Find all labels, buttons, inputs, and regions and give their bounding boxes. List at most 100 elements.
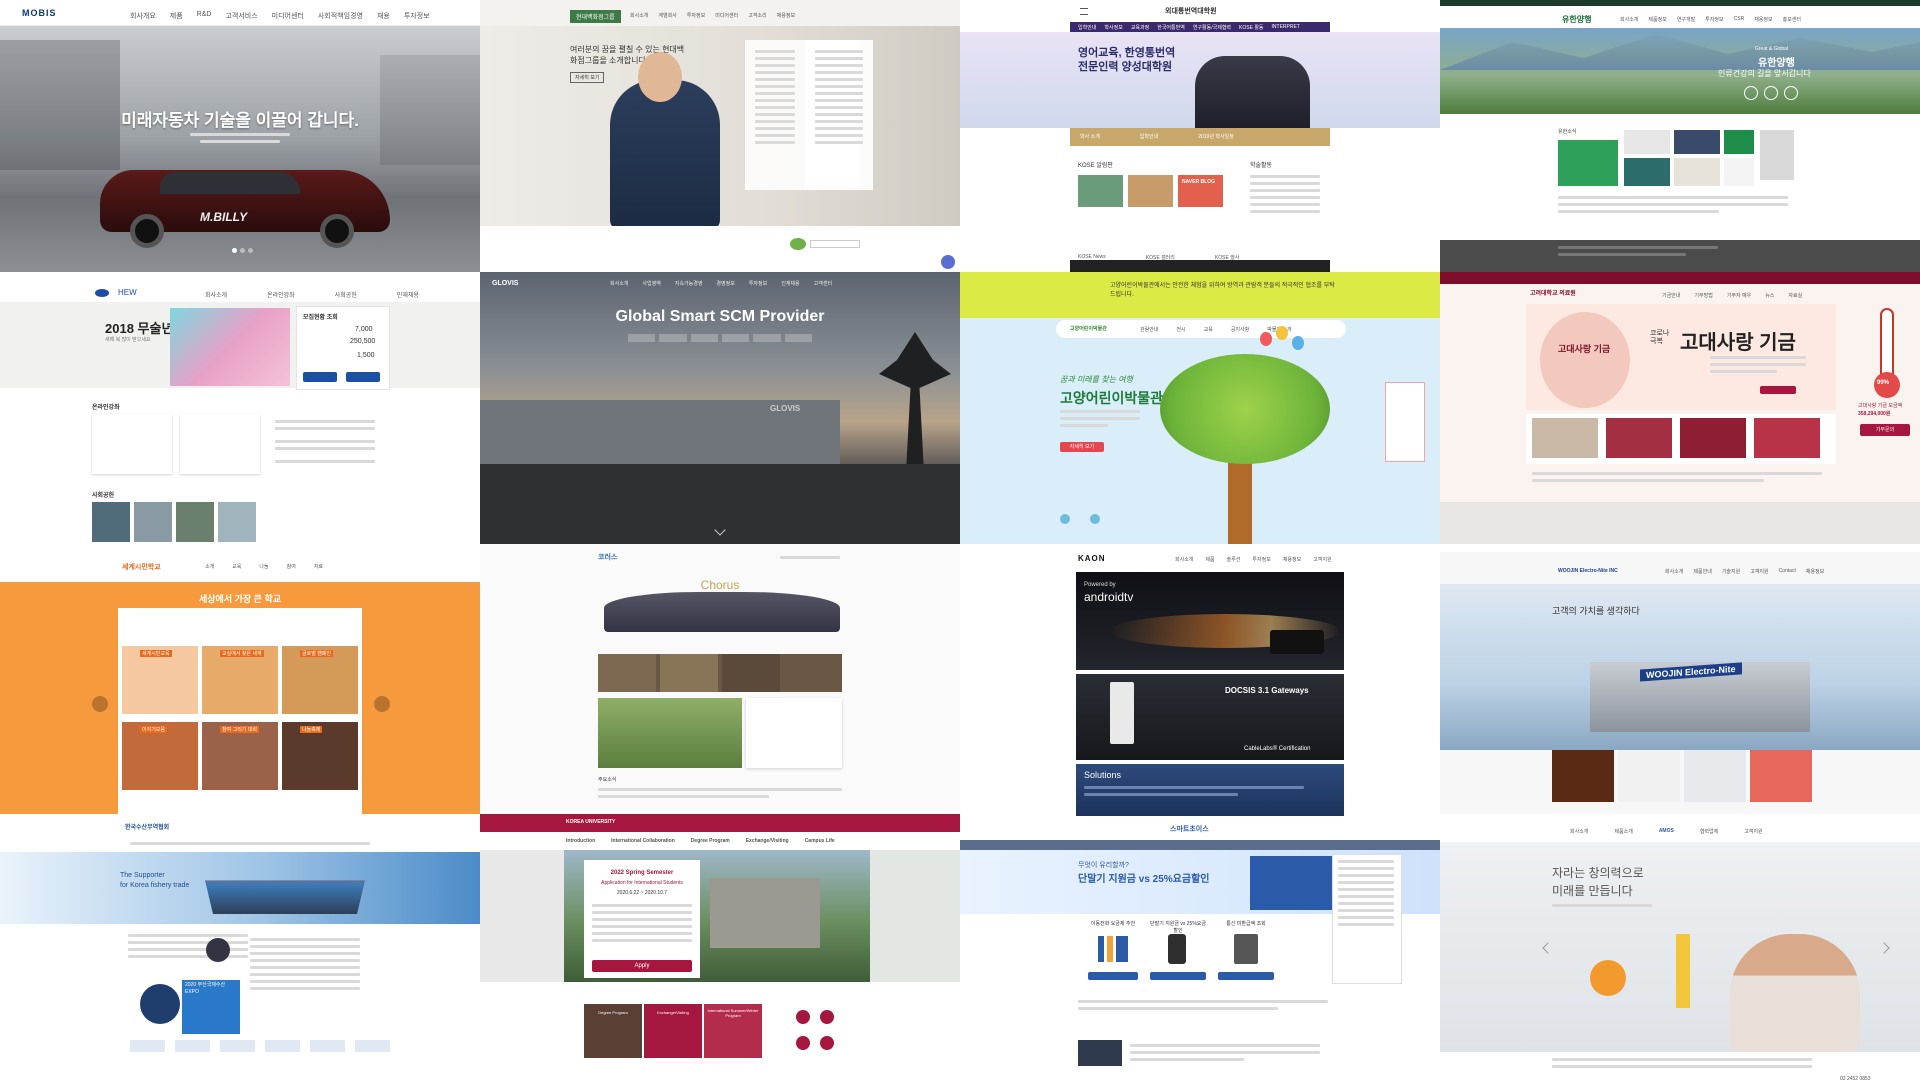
partner-logo[interactable] bbox=[175, 1040, 210, 1052]
nav-item[interactable]: 관람안내 bbox=[1140, 326, 1158, 333]
nav-item[interactable]: Campus Life bbox=[805, 838, 835, 844]
hew-logo[interactable]: HEW bbox=[118, 288, 137, 297]
yh-card[interactable] bbox=[1724, 130, 1754, 154]
nav-item[interactable]: 사회적책임경영 bbox=[318, 11, 363, 21]
glovis-logo[interactable]: GLOVIS bbox=[492, 280, 518, 287]
nav-item[interactable]: 투자정보 bbox=[749, 280, 767, 287]
yh-card[interactable] bbox=[1624, 130, 1670, 154]
fs-circle-icon[interactable] bbox=[206, 938, 230, 962]
nav-item[interactable]: 고객센터 bbox=[814, 280, 832, 287]
nav-item[interactable]: 자료 bbox=[314, 563, 323, 570]
nav-item[interactable]: 사회공헌 bbox=[335, 290, 357, 299]
nav-item[interactable]: 고객서비스 bbox=[225, 11, 257, 21]
sc-news-thumb[interactable] bbox=[1078, 1040, 1122, 1066]
nav-item[interactable]: 제품 bbox=[170, 11, 183, 21]
nav-item[interactable]: 회사소개 bbox=[1175, 556, 1193, 563]
nav-item[interactable]: 홍보센터 bbox=[1783, 16, 1801, 23]
nav-item[interactable]: 인재채용 bbox=[781, 280, 799, 287]
nav-item[interactable]: 사업영역 bbox=[642, 280, 660, 287]
kuf-photo[interactable] bbox=[1680, 418, 1746, 458]
nav-item[interactable]: 계열회사 bbox=[658, 12, 676, 19]
nav-item[interactable]: 기술지원 bbox=[1722, 568, 1740, 575]
nav-item[interactable]: 공지사항 bbox=[1231, 326, 1249, 333]
ch-feature-item[interactable] bbox=[660, 654, 718, 692]
nav-item[interactable]: 채용 bbox=[377, 11, 390, 21]
wj-logo[interactable]: WOOJIN Electro-Nite INC bbox=[1558, 568, 1618, 574]
nav-item[interactable]: 채용정보 bbox=[1754, 16, 1772, 23]
yh-logo[interactable]: 유한양행 bbox=[1562, 14, 1591, 25]
hew-photo[interactable] bbox=[218, 502, 256, 542]
nav-item[interactable]: 채용정보 bbox=[777, 12, 795, 19]
nav-item[interactable]: 제품정보 bbox=[1648, 16, 1666, 23]
yh-card[interactable] bbox=[1674, 158, 1720, 186]
nav-item[interactable]: 회사소개 bbox=[610, 280, 628, 287]
yh-card[interactable] bbox=[1724, 158, 1754, 186]
nav-item[interactable]: International Collaboration bbox=[611, 838, 675, 844]
partner-logo[interactable] bbox=[220, 1040, 255, 1052]
gy-slide-prev[interactable] bbox=[1060, 514, 1070, 524]
nav-item[interactable]: 회사소개 bbox=[205, 290, 227, 299]
nav-item[interactable]: 고객지원 bbox=[1750, 568, 1768, 575]
nav-item[interactable]: 제품안내 bbox=[1693, 568, 1711, 575]
ch-side-card[interactable] bbox=[746, 698, 842, 768]
gy-cta-button[interactable]: 자세히 보기 bbox=[1060, 442, 1104, 452]
nav-item[interactable]: 뉴스 bbox=[1765, 292, 1774, 299]
nav-item[interactable]: 회사소개 bbox=[1570, 828, 1588, 835]
nav-item[interactable]: 투자정보 bbox=[404, 11, 430, 21]
nav-item[interactable]: 나눔 bbox=[259, 563, 268, 570]
nav-item[interactable]: 입학안내 bbox=[1078, 24, 1096, 31]
ts-link[interactable]: 입학안내 bbox=[1140, 133, 1158, 140]
kuf-photo[interactable] bbox=[1754, 418, 1820, 458]
yh-card[interactable] bbox=[1674, 130, 1720, 154]
glovis-category-button[interactable] bbox=[690, 334, 718, 342]
nav-item[interactable]: 지속가능경영 bbox=[675, 280, 703, 287]
nav-item[interactable]: CSR bbox=[1734, 16, 1745, 23]
nav-item[interactable]: 회사소개 bbox=[630, 12, 648, 19]
nav-item[interactable]: 연구개발 bbox=[1677, 16, 1695, 23]
glovis-category-button[interactable] bbox=[659, 334, 687, 342]
nav-item[interactable]: 투자정보 bbox=[687, 12, 705, 19]
sc-hero-panel[interactable] bbox=[1250, 856, 1336, 910]
nav-item[interactable]: 채용정보 bbox=[1806, 568, 1824, 575]
nav-item[interactable]: 한국어통번역 bbox=[1157, 24, 1185, 31]
hd-more-button[interactable]: 자세히 보기 bbox=[570, 72, 605, 83]
gy-logo[interactable]: 고양어린이박물관 bbox=[1070, 325, 1107, 332]
glovis-category-button[interactable] bbox=[753, 334, 781, 342]
ku-circle-icon[interactable] bbox=[796, 1036, 810, 1050]
yh-card[interactable] bbox=[1624, 158, 1670, 186]
nav-item[interactable]: 교육과정 bbox=[1131, 24, 1149, 31]
ch-feature-item[interactable] bbox=[722, 654, 780, 692]
nav-item[interactable]: 솔루션 bbox=[1227, 556, 1241, 563]
mobis-logo[interactable]: MOBIS bbox=[22, 8, 57, 18]
nav-item[interactable]: 기금안내 bbox=[1662, 292, 1680, 299]
sc-logo[interactable]: 스마트초이스 bbox=[1170, 824, 1209, 834]
nav-item[interactable]: Degree Program bbox=[691, 838, 730, 844]
hd-badge[interactable]: 현대백화점그룹 bbox=[570, 10, 621, 23]
nav-item[interactable]: Contact bbox=[1779, 568, 1796, 575]
nav-item[interactable]: INTERPRET bbox=[1272, 24, 1300, 31]
kuf-photo[interactable] bbox=[1532, 418, 1598, 458]
ts-link[interactable]: 학사 소개 bbox=[1080, 133, 1100, 140]
ws-next-button[interactable] bbox=[374, 696, 390, 712]
partner-logo[interactable] bbox=[310, 1040, 345, 1052]
footer-tab[interactable]: KOSE 갤러리 bbox=[1146, 254, 1175, 261]
nav-item[interactable]: 기부자 예우 bbox=[1727, 292, 1751, 299]
ku-apply-button[interactable]: Apply bbox=[592, 960, 692, 972]
nav-item[interactable]: 회사개요 bbox=[130, 11, 156, 21]
slide-indicator[interactable] bbox=[232, 248, 237, 253]
nav-item[interactable]: 온라인강좌 bbox=[267, 290, 295, 299]
ch-garden-photo[interactable] bbox=[598, 698, 742, 768]
nav-item[interactable]: 제품 bbox=[1205, 556, 1214, 563]
nav-item[interactable]: 미디어센터 bbox=[715, 12, 738, 19]
hew-stat-button[interactable] bbox=[346, 372, 380, 382]
ch-feature-item[interactable] bbox=[598, 654, 656, 692]
wj-product-tile[interactable] bbox=[1618, 750, 1680, 802]
nav-item[interactable]: 학사정보 bbox=[1104, 24, 1122, 31]
sc-card-button[interactable] bbox=[1150, 972, 1206, 980]
nav-item[interactable]: 고객지원 bbox=[1313, 556, 1331, 563]
nav-item[interactable]: 협력업체 bbox=[1700, 828, 1718, 835]
ts-news-thumb[interactable] bbox=[1078, 175, 1123, 207]
nav-item[interactable]: 회사소개 bbox=[1665, 568, 1683, 575]
hew-course-card[interactable] bbox=[180, 414, 260, 474]
ch-logo[interactable]: 코러스 bbox=[598, 552, 617, 562]
